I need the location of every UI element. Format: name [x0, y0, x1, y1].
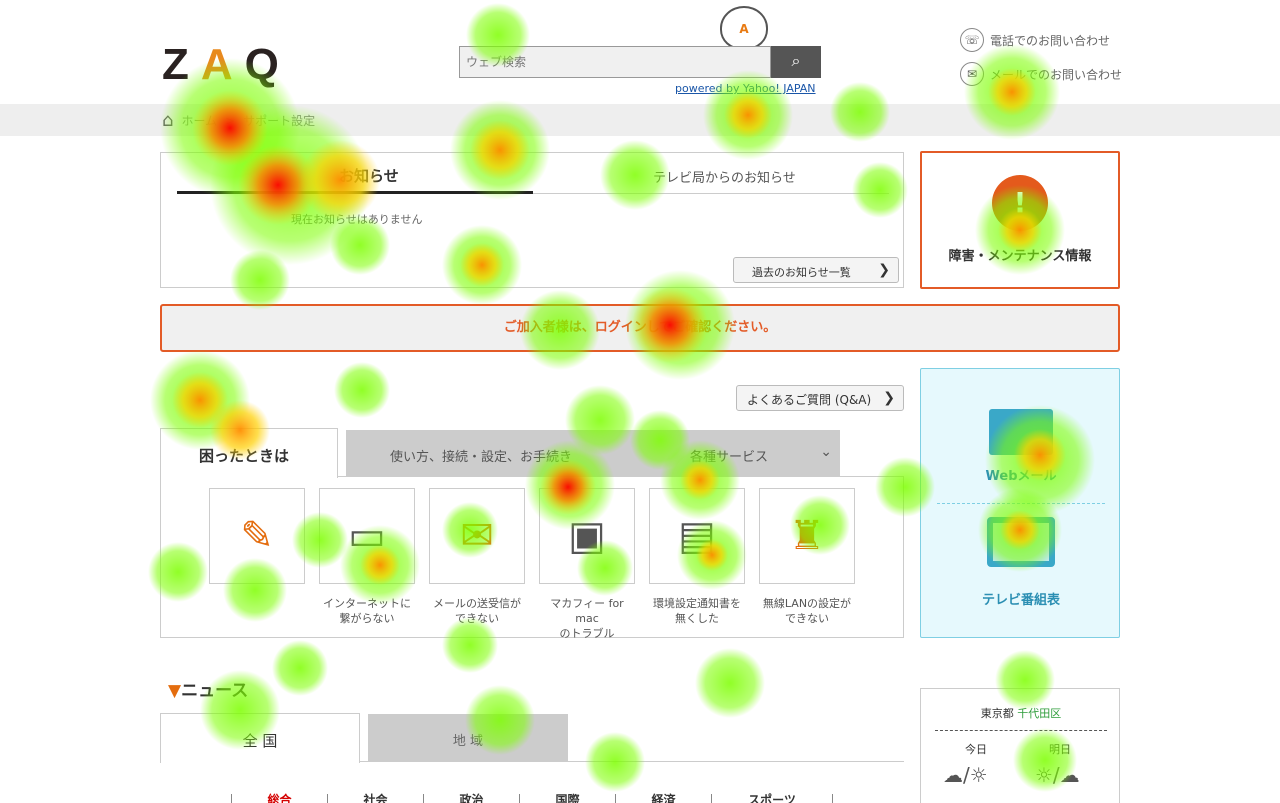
news-category-politics[interactable]: 政治: [423, 794, 519, 803]
news-category-sports[interactable]: スポーツ: [711, 794, 833, 803]
news-category-economy[interactable]: 経済: [615, 794, 711, 803]
news-category-society[interactable]: 社会: [327, 794, 423, 803]
support-item-caption: [209, 596, 305, 611]
login-warning-banner[interactable]: ご加入者様は、ログインしてご確認ください。: [160, 304, 1120, 352]
monitor-icon: ▭: [319, 488, 415, 584]
support-item-caption: メールの送受信が できない: [433, 597, 521, 625]
breadcrumb-separator: >: [225, 113, 236, 128]
chevron-down-icon: ⌄: [820, 444, 832, 460]
divider: [937, 503, 1105, 504]
mail-error-icon: ✉: [429, 488, 525, 584]
webmail-label: Webメール: [985, 469, 1057, 484]
support-item-internet[interactable]: ▭ インターネットに 繋がらない: [319, 488, 415, 626]
tv-guide-label: テレビ番組表: [981, 593, 1060, 608]
outage-info-button[interactable]: ! 障害・メンテナンス情報: [920, 151, 1120, 289]
notice-panel: お知らせ テレビ局からのお知らせ 現在お知らせはありません 過去のお知らせ一覧 …: [160, 152, 904, 288]
breadcrumb-item: サポート設定: [243, 114, 316, 128]
weather-location: 東京都 千代田区: [980, 707, 1062, 720]
pencil-icon: ✎: [209, 488, 305, 584]
weather-widget[interactable]: 東京都 千代田区 今日 明日 ☁/☼ ☼/☁: [920, 688, 1120, 803]
support-item-caption: マカフィー for mac のトラブル: [550, 597, 624, 640]
breadcrumb-item[interactable]: ホーム: [181, 112, 217, 129]
contact-phone-label: 電話でのお問い合わせ: [990, 33, 1111, 48]
support-item-pencil[interactable]: ✎: [209, 488, 305, 611]
webmail-link[interactable]: Webメール: [921, 409, 1121, 484]
support-item-mcafee[interactable]: ▣ マカフィー for mac のトラブル: [539, 488, 635, 641]
shield-icon: ▣: [539, 488, 635, 584]
contact-mail-label: メールでのお問い合わせ: [990, 67, 1123, 82]
news-category-general[interactable]: 総合: [231, 794, 327, 803]
search-input[interactable]: [459, 46, 771, 78]
news-heading: ▼ニュース: [168, 681, 249, 701]
faq-button[interactable]: よくあるご質問 (Q&A) ❯: [736, 385, 904, 411]
tab-national[interactable]: 全 国: [160, 713, 360, 763]
tab-active-underline: [177, 191, 533, 194]
phone-icon: ☏: [960, 28, 984, 52]
alert-icon: !: [992, 175, 1048, 231]
news-category-international[interactable]: 国際: [519, 794, 615, 803]
search-button[interactable]: ⌕: [771, 46, 821, 78]
wifi-tower-icon: ♜: [759, 488, 855, 584]
faq-label: よくあるご質問 (Q&A): [747, 393, 872, 407]
support-item-caption: 無線LANの設定が できない: [762, 597, 852, 625]
chevron-right-icon: ❯: [883, 390, 895, 406]
mascot-icon: A: [720, 6, 768, 50]
sun-cloud-icon: ☼/☁: [1035, 763, 1080, 787]
webmail-icon: [989, 409, 1053, 455]
mail-icon: ✉: [960, 62, 984, 86]
tv-icon: [987, 517, 1055, 567]
breadcrumb: ⌂ ホーム > サポート設定: [162, 110, 315, 131]
contact-phone-link[interactable]: ☏ 電話でのお問い合わせ: [960, 28, 1110, 52]
zaq-logo[interactable]: ZAQ: [162, 40, 291, 90]
tab-divider: [533, 193, 889, 194]
outage-info-label: 障害・メンテナンス情報: [948, 249, 1092, 264]
chevron-right-icon: ❯: [878, 262, 890, 278]
document-icon: ▤: [649, 488, 745, 584]
tab-regional[interactable]: 地 域: [368, 714, 568, 762]
support-item-caption: 環境設定通知書を 無くした: [653, 597, 741, 625]
weather-tomorrow-label: 明日: [1049, 743, 1071, 756]
tab-notices[interactable]: お知らせ: [339, 165, 399, 186]
divider: [935, 730, 1107, 731]
support-item-mail[interactable]: ✉ メールの送受信が できない: [429, 488, 525, 626]
past-notices-label: 過去のお知らせ一覧: [752, 266, 851, 279]
support-item-wifi[interactable]: ♜ 無線LANの設定が できない: [759, 488, 855, 626]
notice-empty-text: 現在お知らせはありません: [291, 213, 423, 226]
tv-guide-link[interactable]: テレビ番組表: [921, 517, 1121, 608]
powered-by-link[interactable]: powered by Yahoo! JAPAN: [675, 82, 816, 95]
web-search: ⌕: [459, 46, 821, 78]
tab-services[interactable]: 各種サービス: [690, 430, 768, 476]
support-item-caption: インターネットに 繋がらない: [323, 597, 411, 625]
home-icon[interactable]: ⌂: [162, 110, 173, 131]
cloud-sun-icon: ☁/☼: [943, 763, 988, 787]
past-notices-button[interactable]: 過去のお知らせ一覧 ❯: [733, 257, 899, 283]
weather-today-label: 今日: [965, 743, 987, 756]
tab-usage-label: 使い方、接続・設定、お手続き: [390, 450, 573, 465]
service-links-panel: Webメール テレビ番組表: [920, 368, 1120, 638]
triangle-down-icon: ▼: [168, 681, 182, 701]
contact-mail-link[interactable]: ✉ メールでのお問い合わせ: [960, 62, 1122, 86]
tab-trouble[interactable]: 困ったときは: [160, 428, 338, 478]
support-item-notice-doc[interactable]: ▤ 環境設定通知書を 無くした: [649, 488, 745, 626]
tab-tv-notices[interactable]: テレビ局からのお知らせ: [653, 167, 796, 186]
